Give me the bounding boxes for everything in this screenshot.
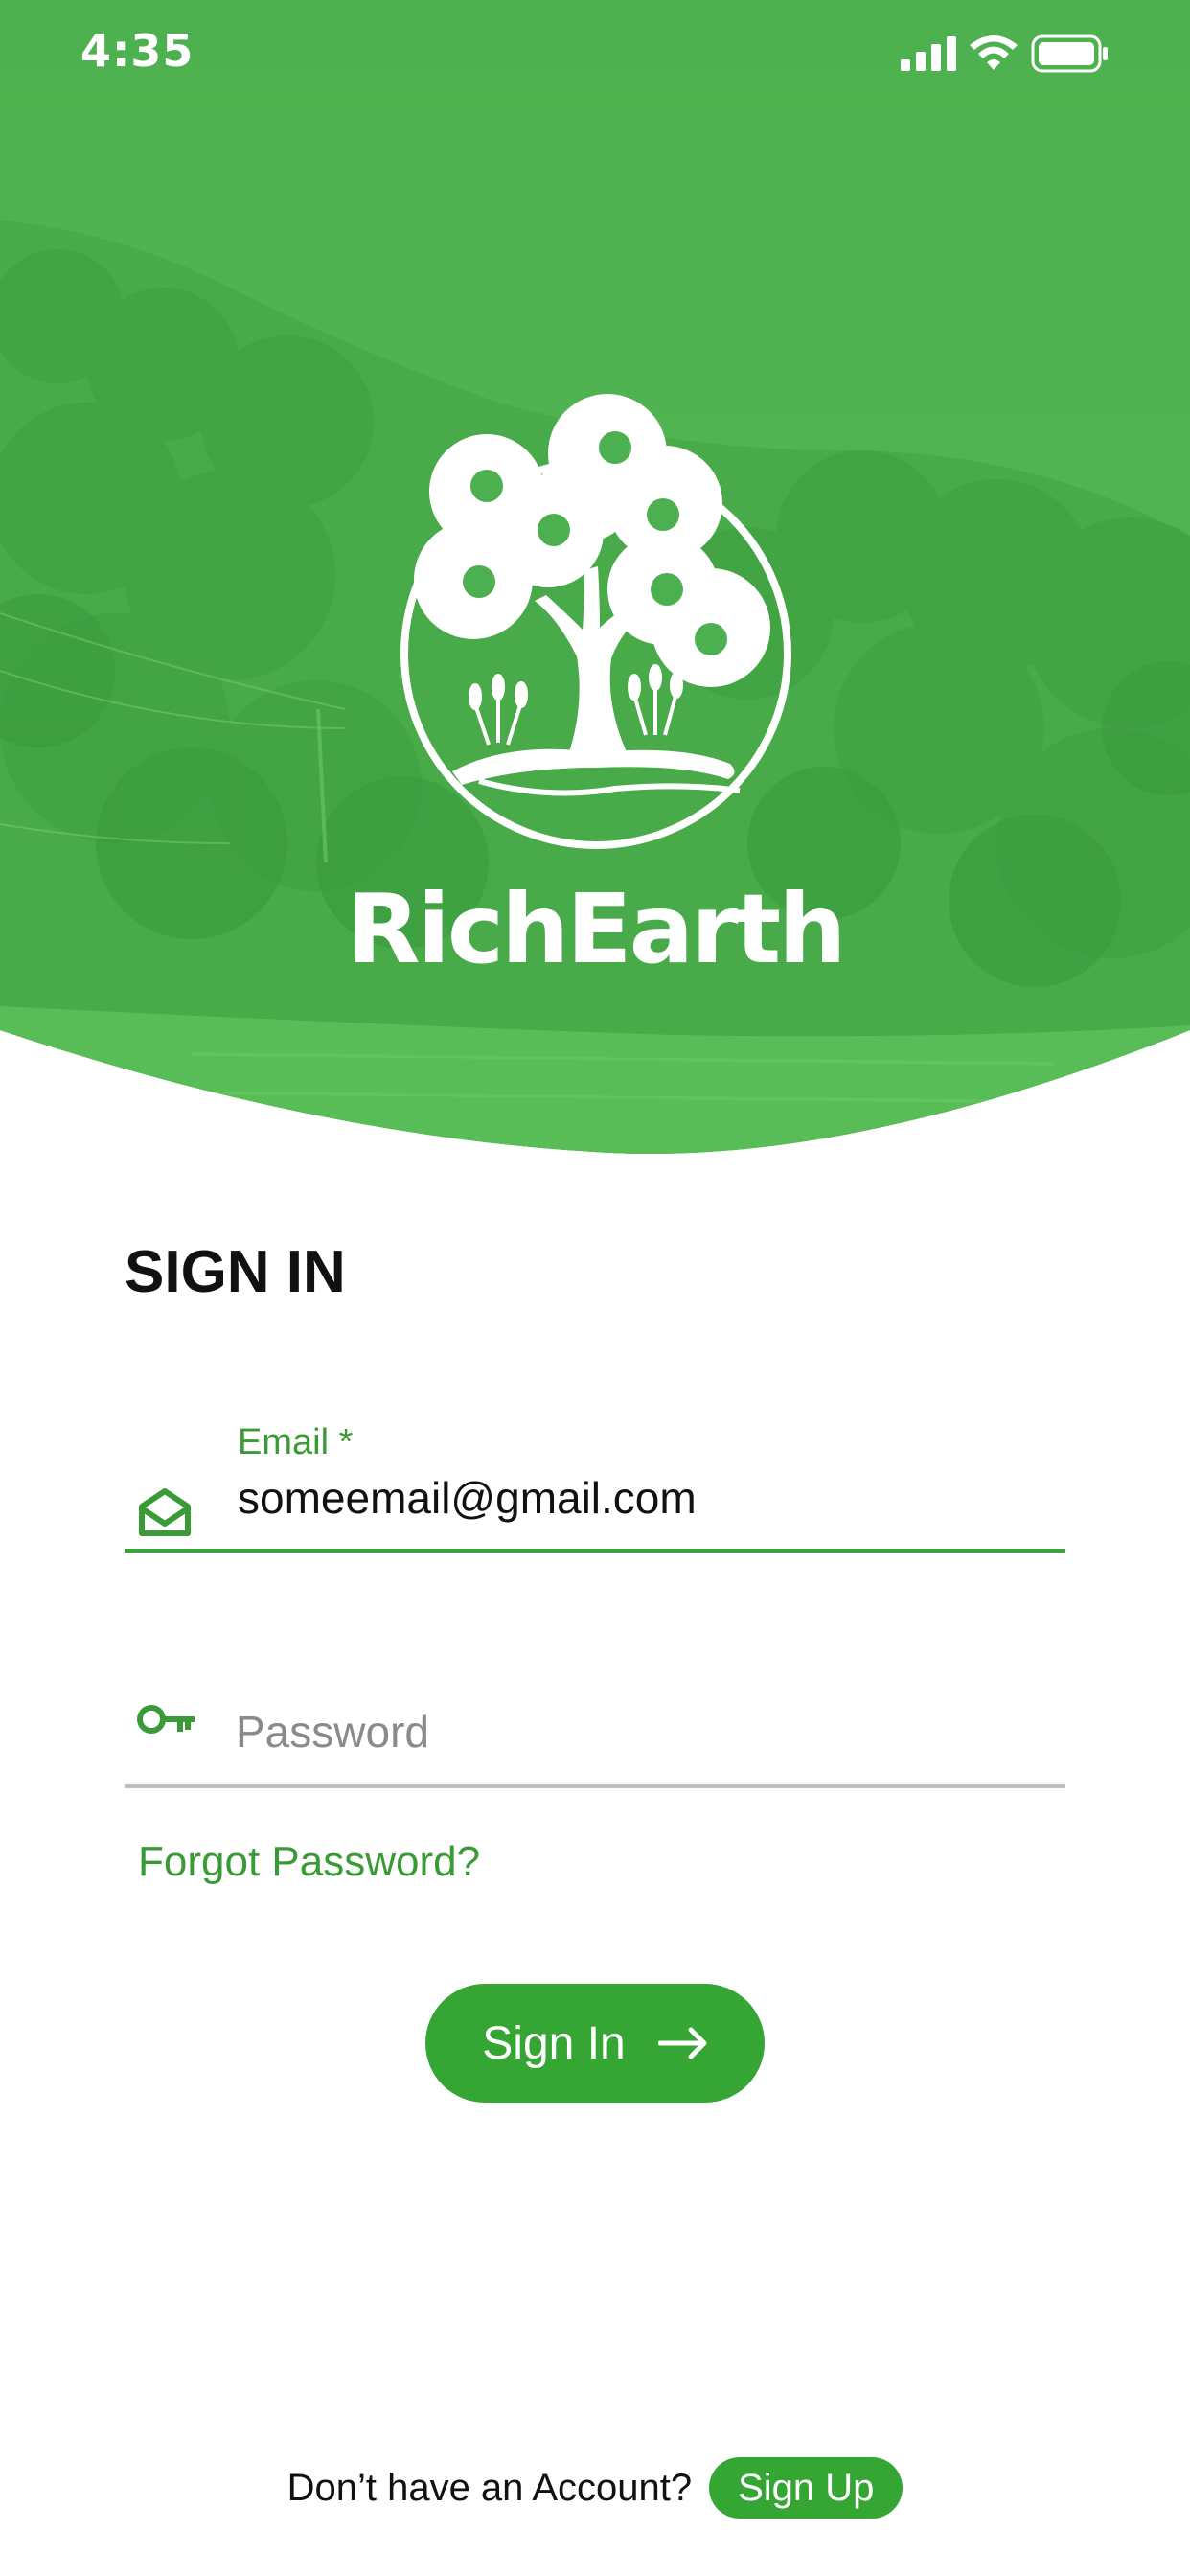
sign-up-button[interactable]: Sign Up	[709, 2457, 904, 2518]
password-field[interactable]: Password	[125, 1654, 1065, 1788]
sign-in-button[interactable]: Sign In	[425, 1984, 765, 2103]
sign-in-label: Sign In	[482, 2017, 626, 2069]
email-label: Email *	[238, 1422, 354, 1462]
email-field[interactable]: Email * someemail@gmail.com	[125, 1418, 1065, 1552]
battery-icon	[1031, 34, 1108, 73]
key-icon	[137, 1705, 195, 1734]
tree-logo-icon	[400, 394, 791, 849]
forgot-password-link[interactable]: Forgot Password?	[138, 1838, 480, 1886]
email-input[interactable]: someemail@gmail.com	[238, 1472, 1042, 1524]
wifi-icon	[970, 35, 1018, 70]
signup-prompt-text: Don’t have an Account?	[286, 2466, 693, 2509]
envelope-icon	[139, 1488, 191, 1536]
brand-name: RichEarth	[346, 873, 847, 985]
status-time: 4:35	[80, 25, 195, 77]
sign-in-screen: 4:35 RichEarth SIGN IN Email * someemail…	[0, 0, 1190, 2576]
cellular-signal-icon	[901, 36, 956, 71]
password-input[interactable]: Password	[236, 1706, 429, 1758]
signup-prompt: Don’t have an Account? Sign Up	[0, 2457, 1190, 2518]
status-bar: 4:35	[0, 0, 1190, 105]
page-title: SIGN IN	[125, 1239, 346, 1305]
arrow-right-icon	[657, 2027, 707, 2059]
status-icons	[901, 33, 1110, 75]
